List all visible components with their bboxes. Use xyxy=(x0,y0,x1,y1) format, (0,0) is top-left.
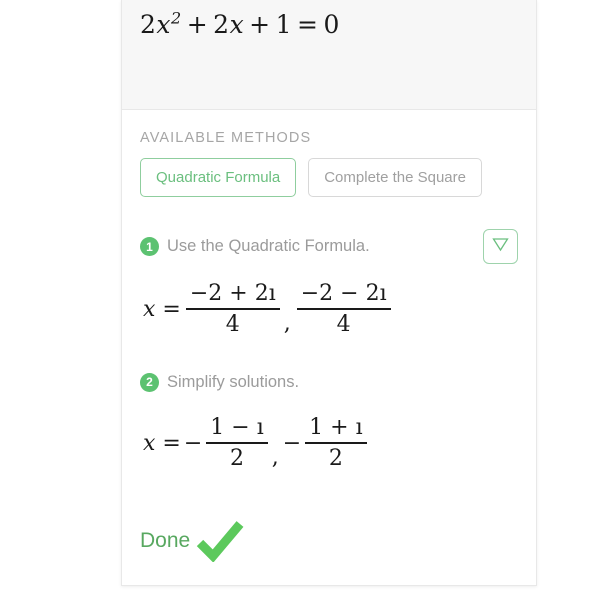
equation-coefficient-a: 2 xyxy=(140,10,157,39)
step-1-fraction-2-denominator: 4 xyxy=(336,311,351,337)
step-1-number-badge: 1 xyxy=(140,237,159,256)
method-button-quadratic-formula[interactable]: Quadratic Formula xyxy=(140,158,297,197)
step-2-fraction-2: 1 + ı 2 xyxy=(305,415,367,471)
step-2-fraction-1-numerator: 1 − ı xyxy=(210,415,264,441)
equation-operator-plus-1: + xyxy=(186,10,209,39)
step-2-fraction-2-denominator: 2 xyxy=(328,445,343,471)
available-methods-list: Quadratic Formula Complete the Square xyxy=(140,158,518,197)
step-1: 1 Use the Quadratic Formula. x = −2 + 2ı xyxy=(140,229,518,340)
step-1-description: Use the Quadratic Formula. xyxy=(167,237,370,255)
step-2-description: Simplify solutions. xyxy=(167,372,300,391)
step-2-lead: x = xyxy=(143,430,181,456)
step-1-separator: , xyxy=(283,311,291,336)
check-mark-icon xyxy=(196,520,244,562)
equation-variable-x: x xyxy=(156,10,172,39)
equation-variable-x2: x xyxy=(229,10,245,39)
step-2-result-expression: x = − 1 − ı 2 , − 1 + ı 2 xyxy=(143,412,518,474)
equation-right-hand-side: 0 xyxy=(323,10,340,39)
equation-constant-c: 1 xyxy=(275,10,293,39)
step-2-fraction-1: 1 − ı 2 xyxy=(206,415,268,471)
step-2-fraction-2-sign: − xyxy=(282,430,302,456)
done-label: Done xyxy=(140,529,191,552)
equation-exponent: 2 xyxy=(171,8,182,28)
step-1-result-expression: x = −2 + 2ı 4 , −2 − 2ı 4 xyxy=(143,278,518,340)
equation-equals-sign: = xyxy=(297,10,319,39)
step-2-number-badge: 2 xyxy=(140,372,159,392)
step-1-header: 1 Use the Quadratic Formula. xyxy=(140,229,518,264)
step-1-fraction-1: −2 + 2ı 4 xyxy=(185,281,280,337)
step-1-fraction-1-numerator: −2 + 2ı xyxy=(189,281,276,307)
equation-display: 2x2 +2x +1 = 0 xyxy=(140,10,340,39)
available-methods-label: AVAILABLE METHODS xyxy=(140,130,312,146)
equation-operator-plus-2: + xyxy=(249,10,271,39)
equation-coefficient-b: 2 xyxy=(213,10,230,39)
step-2-separator: , xyxy=(271,445,279,470)
done-row: Done xyxy=(140,520,518,562)
step-1-lead: x = xyxy=(143,296,181,322)
step-1-fraction-2-numerator: −2 − 2ı xyxy=(300,281,387,307)
solver-body: AVAILABLE METHODS Quadratic Formula Comp… xyxy=(122,110,536,562)
step-1-fraction-2: −2 − 2ı 4 xyxy=(296,281,391,337)
equation-header: 2x2 +2x +1 = 0 xyxy=(122,0,536,110)
step-2-fraction-1-sign: − xyxy=(183,430,203,456)
step-2: 2 Simplify solutions. x = − 1 − ı 2 , − … xyxy=(140,366,518,474)
collapse-steps-button[interactable] xyxy=(483,229,518,264)
step-2-fraction-1-denominator: 2 xyxy=(230,445,244,471)
chevron-down-icon xyxy=(492,237,509,257)
equation-solver-card: 2x2 +2x +1 = 0 AVAILABLE METHODS Quadratic F… xyxy=(121,0,537,586)
step-2-header: 2 Simplify solutions. xyxy=(140,366,518,398)
step-1-fraction-1-denominator: 4 xyxy=(225,311,240,337)
step-2-fraction-2-numerator: 1 + ı xyxy=(309,415,363,441)
method-button-complete-the-square[interactable]: Complete the Square xyxy=(308,158,482,197)
